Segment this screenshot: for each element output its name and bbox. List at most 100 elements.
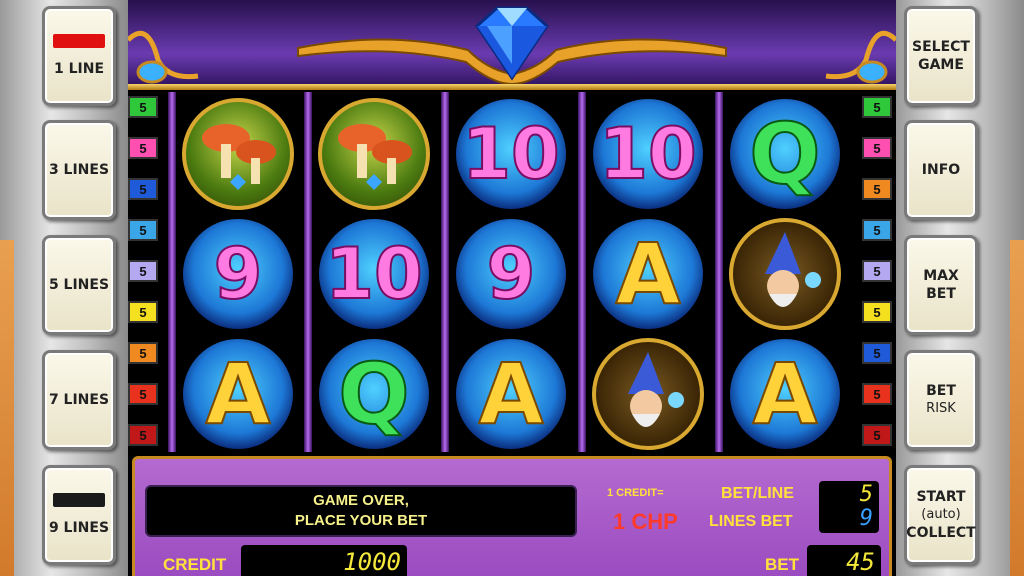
one-line-label: 1 LINE [53,61,105,77]
select-game-label-2: GAME [918,57,964,73]
lines-bet-label: LINES BET [709,513,793,530]
rail-stripe [0,240,14,576]
line-indicator-light [53,493,105,507]
max-bet-label-1: MAX [923,268,959,284]
ace-glyph: A [477,344,544,444]
bet-value: 45 [846,548,875,576]
bet-per-line-value: 5 [859,482,873,507]
status-message-line2: PLACE YOUR BET [294,512,428,529]
bet-risk-button[interactable]: BET RISK [904,350,978,450]
left-button-rail: 1 LINE 3 LINES 5 LINES 7 LINES 9 LINES [0,0,128,576]
auto-label: (auto) [921,507,961,522]
ace-glyph: A [204,344,271,444]
seven-lines-label: 7 LINES [48,392,110,408]
payline-indicator: 5 [862,301,892,323]
select-game-label-1: SELECT [912,39,970,55]
payline-indicator: 5 [862,178,892,200]
collect-label: COLLECT [906,525,976,541]
bet-lines-display: 5 9 [819,481,879,533]
right-button-rail: SELECT GAME INFO MAX BET BET RISK START … [896,0,1024,576]
status-message-panel: GAME OVER, PLACE YOUR BET [145,485,577,537]
ace-glyph: A [614,224,681,324]
ace-symbol: A [453,336,569,452]
start-collect-button[interactable]: START (auto) COLLECT [904,465,978,565]
ace-symbol: A [727,336,843,452]
payline-indicator: 5 [862,96,892,118]
payline-indicator: 5 [862,342,892,364]
ace-glyph: A [751,344,818,444]
nine-symbol: 9 [180,216,296,332]
control-console: GAME OVER, PLACE YOUR BET 1 CREDIT= 1 CH… [132,456,892,576]
payline-indicator: 5 [862,424,892,446]
top-frame [128,0,896,90]
reel-divider [441,92,449,452]
info-button[interactable]: INFO [904,120,978,220]
top-gold-trim [128,84,896,90]
ten-glyph: 10 [598,112,697,196]
credit-rate-value: 1 CHP [613,509,678,534]
payline-indicator: 5 [128,178,158,200]
nine-glyph: 9 [486,232,537,316]
nine-lines-button[interactable]: 9 LINES [42,465,116,565]
payline-indicator: 5 [128,342,158,364]
credit-display: 1000 [241,545,407,576]
nine-symbol: 9 [453,216,569,332]
ace-symbol: A [590,216,706,332]
lines-bet-value: 9 [859,506,873,531]
bet-label: BET [765,555,799,574]
payline-indicator: 5 [128,260,158,282]
max-bet-button[interactable]: MAX BET [904,235,978,335]
queen-symbol: Q [316,336,432,452]
ten-symbol: 10 [316,216,432,332]
info-label: INFO [921,162,961,178]
max-bet-label-2: BET [926,286,956,302]
payline-indicator: 5 [862,219,892,241]
bet-risk-label-1: BET [926,383,956,399]
three-lines-button[interactable]: 3 LINES [42,120,116,220]
bet-per-line-label: BET/LINE [721,485,794,502]
payline-indicator: 5 [128,219,158,241]
payline-indicator: 5 [128,424,158,446]
credit-rate-label: 1 CREDIT= [607,487,664,499]
start-label: START [916,489,966,505]
bet-risk-label-2: RISK [926,401,956,416]
line-indicator-light [53,34,105,48]
ten-symbol: 10 [453,96,569,212]
five-lines-button[interactable]: 5 LINES [42,235,116,335]
gnome-symbol [590,336,706,452]
ten-glyph: 10 [324,232,423,316]
nine-lines-label: 9 LINES [48,520,110,536]
payline-indicator: 5 [862,260,892,282]
gnome-symbol [727,216,843,332]
ten-glyph: 10 [461,112,560,196]
rail-stripe [1010,240,1024,576]
reel-divider [578,92,586,452]
bet-display: 45 [807,545,881,576]
one-line-button[interactable]: 1 LINE [42,6,116,106]
mushroom-symbol [316,96,432,212]
reel-divider [168,92,176,452]
payline-indicator: 5 [128,383,158,405]
mushroom-symbol [180,96,296,212]
reel-area: 9 A 10 Q 10 9 A 10 A Q A [168,92,858,452]
payline-indicator: 5 [128,301,158,323]
diamond-icon [475,6,549,81]
payline-indicator: 5 [862,383,892,405]
gnome-icon [729,218,841,330]
select-game-button[interactable]: SELECT GAME [904,6,978,106]
credit-label: CREDIT [163,555,227,574]
gnome-icon [592,338,704,450]
ace-symbol: A [180,336,296,452]
reel-divider [304,92,312,452]
queen-symbol: Q [727,96,843,212]
payline-indicator: 5 [128,96,158,118]
three-lines-label: 3 LINES [48,162,110,178]
queen-glyph: Q [748,104,821,204]
seven-lines-button[interactable]: 7 LINES [42,350,116,450]
mushroom-icon [318,98,430,210]
nine-glyph: 9 [213,232,264,316]
payline-indicator: 5 [128,137,158,159]
status-message-line1: GAME OVER, [313,492,409,509]
mushroom-icon [182,98,294,210]
credit-value: 1000 [343,548,401,576]
